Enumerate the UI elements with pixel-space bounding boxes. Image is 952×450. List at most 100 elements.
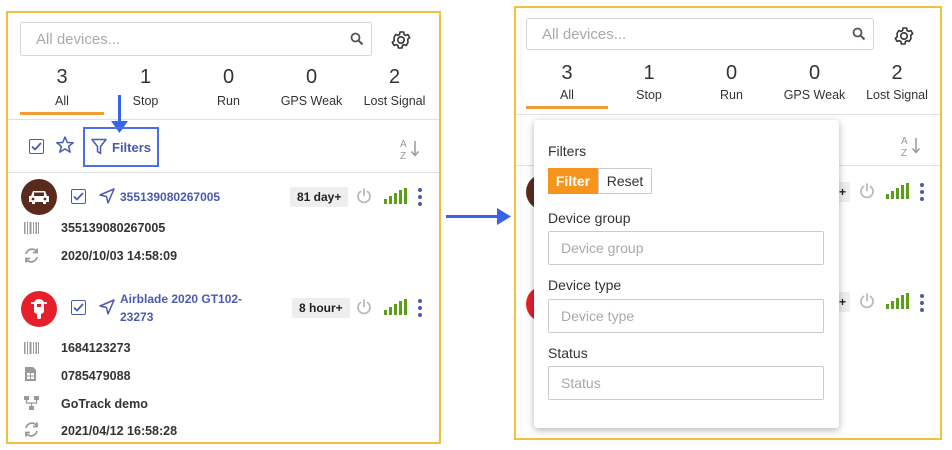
stat-stop[interactable]: 1 Stop [104,66,187,108]
annotation-arrow-right [446,215,498,218]
device-group-label: Device group [548,210,631,226]
stat-count: 0 [305,66,318,88]
power-icon [858,182,876,205]
device-imei: 1684123273 [61,341,131,355]
checkbox-icon [29,139,44,154]
star-icon[interactable] [55,135,75,160]
stat-count: 0 [725,62,738,84]
filter-popup-title: Filters [548,143,587,159]
signal-icon [384,299,407,315]
stat-label: Run [217,94,240,108]
power-icon [858,292,876,315]
stat-all[interactable]: 3 All [20,66,104,108]
device-list-panel: All devices... 3 All 1 Stop 0 Run 0 GPS … [6,11,441,444]
power-icon [355,298,373,321]
device-updated-time: 2020/10/03 14:58:09 [61,249,178,263]
stat-run[interactable]: 0 Run [690,62,773,102]
search-icon[interactable] [845,27,873,41]
stat-label: All [560,88,574,102]
filter-icon [91,138,107,156]
search-placeholder: All devices... [542,25,627,43]
navigation-icon[interactable] [98,187,116,210]
reset-button[interactable]: Reset [598,168,652,194]
status-input[interactable] [548,366,824,400]
scooter-icon [21,291,57,327]
power-icon [355,187,373,210]
svg-text:Z: Z [901,148,907,158]
search-box[interactable]: All devices... [526,18,874,50]
more-icon[interactable] [920,294,924,312]
filters-label: Filters [112,139,152,155]
stat-stop[interactable]: 1 Stop [608,62,690,102]
status-stats: 3 All 1 Stop 0 Run 0 GPS Weak 2 Lost Sig… [526,62,938,102]
divider [8,119,439,120]
stat-label: Stop [132,94,159,108]
more-icon[interactable] [418,299,422,317]
signal-icon [886,183,909,199]
refresh-icon [23,247,40,269]
device-imei: 355139080267005 [61,221,166,235]
sort-az-icon[interactable]: AZ [900,134,922,163]
signal-icon [384,188,407,204]
stat-label: GPS Weak [280,94,343,108]
stat-label: Lost Signal [866,88,928,102]
more-icon[interactable] [418,188,422,206]
device-group: GoTrack demo [61,397,148,411]
stat-label: All [55,94,69,108]
stat-count: 2 [388,66,401,88]
device-checkbox[interactable] [71,188,86,206]
filter-button[interactable]: Filter [548,168,598,194]
more-icon[interactable] [920,183,924,201]
stat-count: 0 [808,62,821,84]
select-all-checkbox[interactable] [29,138,44,156]
active-tab-indicator [20,112,104,115]
active-tab-indicator [526,106,608,109]
stat-all[interactable]: 3 All [526,62,608,102]
status-stats: 3 All 1 Stop 0 Run 0 GPS Weak 2 Lost Sig… [20,66,436,108]
stat-lost-signal[interactable]: 2 Lost Signal [353,66,436,108]
stat-run[interactable]: 0 Run [187,66,270,108]
stat-count: 3 [56,66,68,88]
signal-icon [886,293,909,309]
checkbox-icon [71,189,86,204]
gear-icon[interactable] [390,29,414,53]
sim-icon [24,366,37,387]
device-phone: 0785479088 [61,369,131,383]
filter-popup: Filters Filter Reset Device group Device… [534,120,839,428]
device-type-label: Device type [548,277,622,293]
refresh-icon [23,421,40,443]
stat-label: Lost Signal [363,94,426,108]
barcode-icon [24,341,40,359]
stat-label: Stop [636,88,662,102]
stat-count: 1 [139,66,152,88]
device-name-link[interactable]: Airblade 2020 GT102- 23273 [120,290,242,326]
annotation-arrowhead [497,208,511,225]
gear-icon[interactable] [893,25,917,49]
stat-gps-weak[interactable]: 0 GPS Weak [773,62,856,102]
device-type-input[interactable] [548,299,824,333]
status-label: Status [548,345,588,361]
device-name-line: 23273 [120,310,154,324]
svg-text:A: A [400,139,407,150]
navigation-icon[interactable] [98,298,116,321]
stat-gps-weak[interactable]: 0 GPS Weak [270,66,353,108]
stat-count: 1 [643,62,655,84]
barcode-icon [24,221,40,239]
filters-button[interactable]: Filters [83,127,159,167]
stat-count: 3 [561,62,573,84]
divider [8,172,439,173]
device-checkbox[interactable] [71,299,86,317]
search-placeholder: All devices... [36,30,121,48]
search-icon[interactable] [343,32,371,46]
divider [516,114,940,115]
device-group-input[interactable] [548,231,824,265]
device-updated-time: 2021/04/12 16:58:28 [61,424,178,438]
stat-count: 0 [222,66,235,88]
stat-label: GPS Weak [783,88,846,102]
sort-az-icon[interactable]: AZ [399,137,421,166]
checkbox-icon [71,300,86,315]
device-name-link[interactable]: 355139080267005 [120,188,220,206]
stat-lost-signal[interactable]: 2 Lost Signal [856,62,938,102]
last-update-badge: 8 hour+ [292,298,350,318]
search-box[interactable]: All devices... [20,22,372,56]
